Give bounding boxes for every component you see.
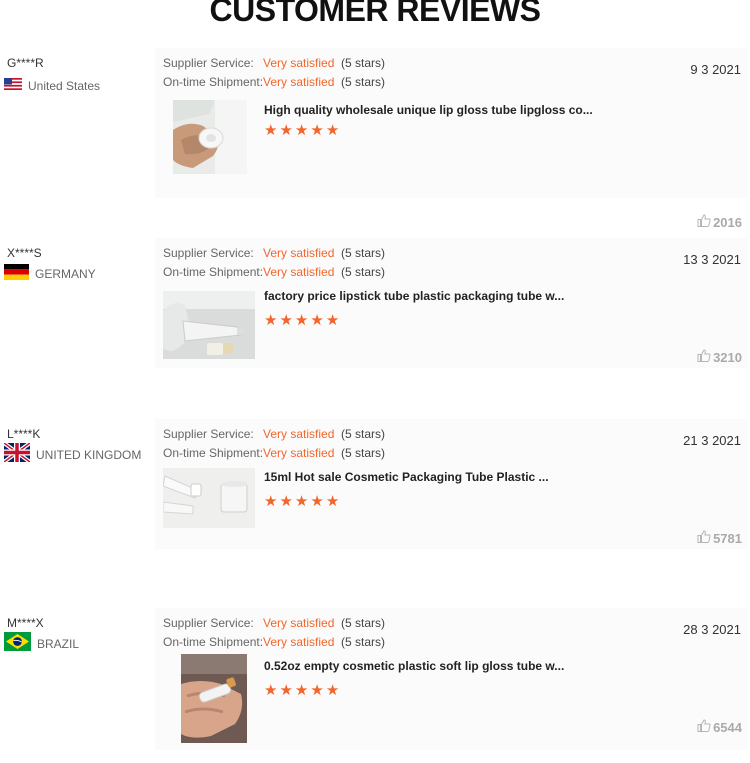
thumbs-up-icon (697, 719, 711, 735)
supplier-service-stars: (5 stars) (341, 616, 386, 630)
ontime-shipment-rating: On-time Shipment:Very satisfied (5 stars) (163, 635, 385, 649)
product-title-link[interactable]: High quality wholesale unique lip gloss … (264, 103, 593, 117)
star-icon: ★ (294, 682, 309, 699)
ontime-shipment-value: Very satisfied (263, 265, 335, 279)
like-count: 6544 (713, 719, 742, 735)
star-icon: ★ (279, 122, 293, 139)
page-title: CUSTOMER REVIEWS (209, 0, 542, 28)
supplier-service-label: Supplier Service: (163, 427, 254, 441)
supplier-service-value: Very satisfied (263, 56, 335, 70)
product-title-link[interactable]: factory price lipstick tube plastic pack… (264, 289, 564, 303)
product-title-link[interactable]: 15ml Hot sale Cosmetic Packaging Tube Pl… (264, 470, 549, 484)
star-icon: ★ (264, 312, 278, 329)
star-icon: ★ (279, 682, 293, 699)
product-thumbnail[interactable] (173, 100, 247, 174)
star-icon: ★ (310, 122, 324, 139)
like-button[interactable]: 2016 (697, 214, 742, 230)
star-icon: ★ (294, 312, 309, 329)
product-rating-stars: ★ ★ ★ ★ ★ (264, 683, 339, 698)
supplier-service-value: Very satisfied (263, 246, 335, 260)
ontime-shipment-stars: (5 stars) (341, 75, 386, 89)
star-icon: ★ (294, 493, 309, 510)
product-rating-stars: ★ ★ ★ ★ ★ (264, 313, 339, 328)
germany-flag-icon (4, 263, 29, 285)
supplier-service-rating: Supplier Service: Very satisfied (5 stars) (163, 427, 385, 441)
star-icon: ★ (310, 682, 324, 699)
supplier-service-rating: Supplier Service: Very satisfied (5 stars) (163, 246, 385, 260)
review-date: 28 3 2021 (683, 622, 741, 637)
star-icon: ★ (325, 312, 340, 329)
ontime-shipment-stars: (5 stars) (341, 635, 386, 649)
like-count: 5781 (713, 530, 742, 546)
star-icon: ★ (325, 493, 340, 510)
ontime-shipment-stars: (5 stars) (341, 265, 386, 279)
ontime-shipment-value: Very satisfied (263, 635, 335, 649)
like-button[interactable]: 3210 (697, 349, 742, 365)
reviewer-country: UNITED KINGDOM (4, 443, 142, 464)
ontime-shipment-rating: On-time Shipment:Very satisfied (5 stars) (163, 446, 385, 460)
star-icon: ★ (294, 122, 309, 139)
star-icon: ★ (310, 312, 324, 329)
thumbs-up-icon (697, 530, 711, 546)
thumbs-up-icon (697, 214, 711, 230)
product-rating-stars: ★ ★ ★ ★ ★ (264, 494, 339, 509)
supplier-service-stars: (5 stars) (341, 246, 386, 260)
reviewer-country: United States (4, 78, 100, 94)
review-date: 13 3 2021 (683, 252, 741, 267)
star-icon: ★ (310, 493, 324, 510)
star-icon: ★ (325, 122, 340, 139)
reviewer-name: G****R (7, 56, 44, 70)
supplier-service-label: Supplier Service: (163, 246, 254, 260)
brazil-flag-icon (4, 632, 31, 656)
like-button[interactable]: 6544 (697, 719, 742, 735)
supplier-service-rating: Supplier Service: Very satisfied (5 stars) (163, 616, 385, 630)
product-thumbnail[interactable] (163, 468, 255, 528)
star-icon: ★ (325, 682, 340, 699)
star-icon: ★ (264, 682, 278, 699)
thumbs-up-icon (697, 349, 711, 365)
us-flag-icon (4, 77, 22, 95)
uk-flag-icon (4, 443, 30, 467)
review-date: 21 3 2021 (683, 433, 741, 448)
reviewer-name: M****X (7, 616, 44, 630)
star-icon: ★ (279, 493, 293, 510)
star-icon: ★ (264, 122, 278, 139)
country-name: BRAZIL (37, 637, 80, 651)
supplier-service-stars: (5 stars) (341, 427, 386, 441)
product-thumbnail[interactable] (163, 291, 255, 359)
country-name: UNITED KINGDOM (36, 448, 142, 462)
product-title-link[interactable]: 0.52oz empty cosmetic plastic soft lip g… (264, 659, 564, 673)
ontime-shipment-value: Very satisfied (263, 446, 335, 460)
ontime-shipment-label: On-time Shipment: (163, 265, 264, 279)
reviewer-country: BRAZIL (4, 632, 80, 652)
ontime-shipment-label: On-time Shipment: (163, 446, 264, 460)
supplier-service-value: Very satisfied (263, 616, 335, 630)
ontime-shipment-value: Very satisfied (263, 75, 335, 89)
reviewer-name: L****K (7, 427, 41, 441)
supplier-service-stars: (5 stars) (341, 56, 386, 70)
ontime-shipment-rating: On-time Shipment:Very satisfied (5 stars) (163, 75, 385, 89)
like-count: 2016 (713, 214, 742, 230)
country-name: GERMANY (35, 267, 96, 281)
supplier-service-label: Supplier Service: (163, 616, 254, 630)
ontime-shipment-stars: (5 stars) (341, 446, 386, 460)
supplier-service-rating: Supplier Service: Very satisfied (5 stars) (163, 56, 385, 70)
reviewer-name: X****S (7, 246, 42, 260)
ontime-shipment-label: On-time Shipment: (163, 635, 264, 649)
country-name: United States (28, 79, 101, 93)
review-date: 9 3 2021 (690, 62, 741, 77)
star-icon: ★ (279, 312, 293, 329)
product-rating-stars: ★ ★ ★ ★ ★ (264, 123, 339, 138)
reviewer-country: GERMANY (4, 263, 96, 285)
ontime-shipment-rating: On-time Shipment:Very satisfied (5 stars) (163, 265, 385, 279)
ontime-shipment-label: On-time Shipment: (163, 75, 264, 89)
like-button[interactable]: 5781 (697, 530, 742, 546)
product-thumbnail[interactable] (181, 654, 247, 743)
supplier-service-label: Supplier Service: (163, 56, 254, 70)
supplier-service-value: Very satisfied (263, 427, 335, 441)
like-count: 3210 (713, 349, 742, 365)
star-icon: ★ (264, 493, 278, 510)
